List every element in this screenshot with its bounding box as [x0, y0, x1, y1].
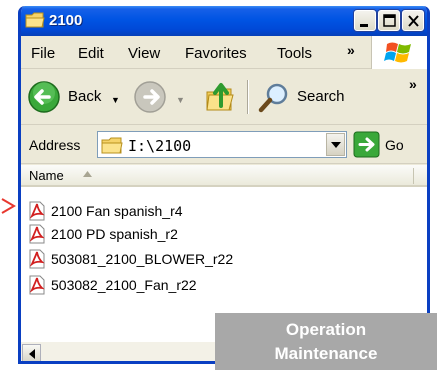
column-header-name[interactable]: Name	[21, 165, 427, 187]
folder-icon	[101, 137, 123, 154]
menu-edit[interactable]: Edit	[78, 45, 104, 62]
caption-line-maintenance: Maintenance	[274, 344, 378, 363]
file-row[interactable]: 2100 Fan spanish_r4	[27, 200, 287, 222]
minimize-button[interactable]	[354, 10, 376, 31]
maximize-icon	[383, 14, 396, 27]
toolbar-separator	[247, 80, 249, 114]
menu-view[interactable]: View	[128, 45, 160, 62]
menu-overflow-chevron[interactable]: »	[347, 42, 355, 58]
pdf-file-icon	[29, 249, 45, 269]
address-value: I:\2100	[128, 137, 192, 155]
search-label: Search	[297, 88, 345, 105]
chevron-left-icon	[29, 349, 35, 359]
scroll-left-button[interactable]	[22, 344, 41, 361]
file-name: 2100 PD spanish_r2	[51, 226, 178, 242]
back-button[interactable]: Back ▼	[27, 79, 137, 115]
minimize-icon	[360, 24, 368, 27]
forward-arrow-icon	[134, 81, 166, 113]
go-label: Go	[385, 137, 404, 153]
file-name: 2100 Fan spanish_r4	[51, 203, 183, 219]
file-row[interactable]: 2100 PD spanish_r2	[27, 223, 287, 245]
file-name: 503081_2100_BLOWER_r22	[51, 251, 234, 267]
sort-ascending-icon	[83, 171, 92, 177]
caption-overlay: Operation Maintenance	[215, 313, 437, 370]
file-name: 503082_2100_Fan_r22	[51, 277, 197, 293]
pdf-file-icon	[29, 224, 45, 244]
menu-bar: File Edit View Favorites Tools »	[21, 36, 427, 69]
maximize-button[interactable]	[378, 10, 400, 31]
explorer-window: 2100 File Edit View Favorites Tools » Ba…	[18, 6, 430, 364]
close-button[interactable]	[402, 10, 424, 31]
back-dropdown-icon[interactable]: ▼	[111, 95, 120, 105]
red-arrow-marker-icon	[1, 198, 16, 214]
folder-icon	[25, 12, 45, 28]
forward-dropdown-icon[interactable]: ▼	[176, 95, 185, 105]
pdf-file-icon	[29, 275, 45, 295]
search-button[interactable]: Search	[257, 79, 357, 115]
menu-favorites[interactable]: Favorites	[185, 45, 247, 62]
search-icon	[258, 83, 288, 113]
menu-file[interactable]: File	[31, 45, 55, 62]
window-title: 2100	[49, 12, 83, 29]
up-folder-icon	[206, 83, 234, 111]
file-row[interactable]: 503082_2100_Fan_r22	[27, 274, 287, 296]
back-arrow-icon	[28, 81, 60, 113]
address-input[interactable]: I:\2100	[97, 131, 347, 158]
go-button[interactable]: Go	[353, 131, 419, 158]
column-header-label: Name	[29, 168, 64, 183]
column-divider[interactable]	[413, 168, 414, 184]
pdf-file-icon	[29, 201, 45, 221]
chevron-down-icon	[331, 142, 341, 148]
forward-button[interactable]: ▼	[133, 79, 195, 115]
caption-line-operation: Operation	[285, 320, 367, 339]
windows-logo	[371, 36, 427, 69]
windows-flag-icon	[384, 42, 411, 63]
back-label: Back	[68, 88, 102, 105]
address-dropdown-button[interactable]	[326, 133, 345, 156]
up-folder-button[interactable]	[205, 80, 237, 114]
go-arrow-icon	[353, 131, 380, 158]
address-label: Address	[29, 137, 81, 153]
address-bar: Address I:\2100 Go	[21, 126, 427, 164]
horizontal-scrollbar[interactable]	[21, 342, 221, 361]
close-icon	[408, 15, 419, 27]
file-row[interactable]: 503081_2100_BLOWER_r22	[27, 248, 287, 270]
title-bar[interactable]: 2100	[21, 6, 427, 36]
toolbar-overflow-chevron[interactable]: »	[409, 76, 417, 92]
menu-tools[interactable]: Tools	[277, 45, 312, 62]
standard-toolbar: Back ▼ ▼ Search »	[21, 70, 427, 125]
